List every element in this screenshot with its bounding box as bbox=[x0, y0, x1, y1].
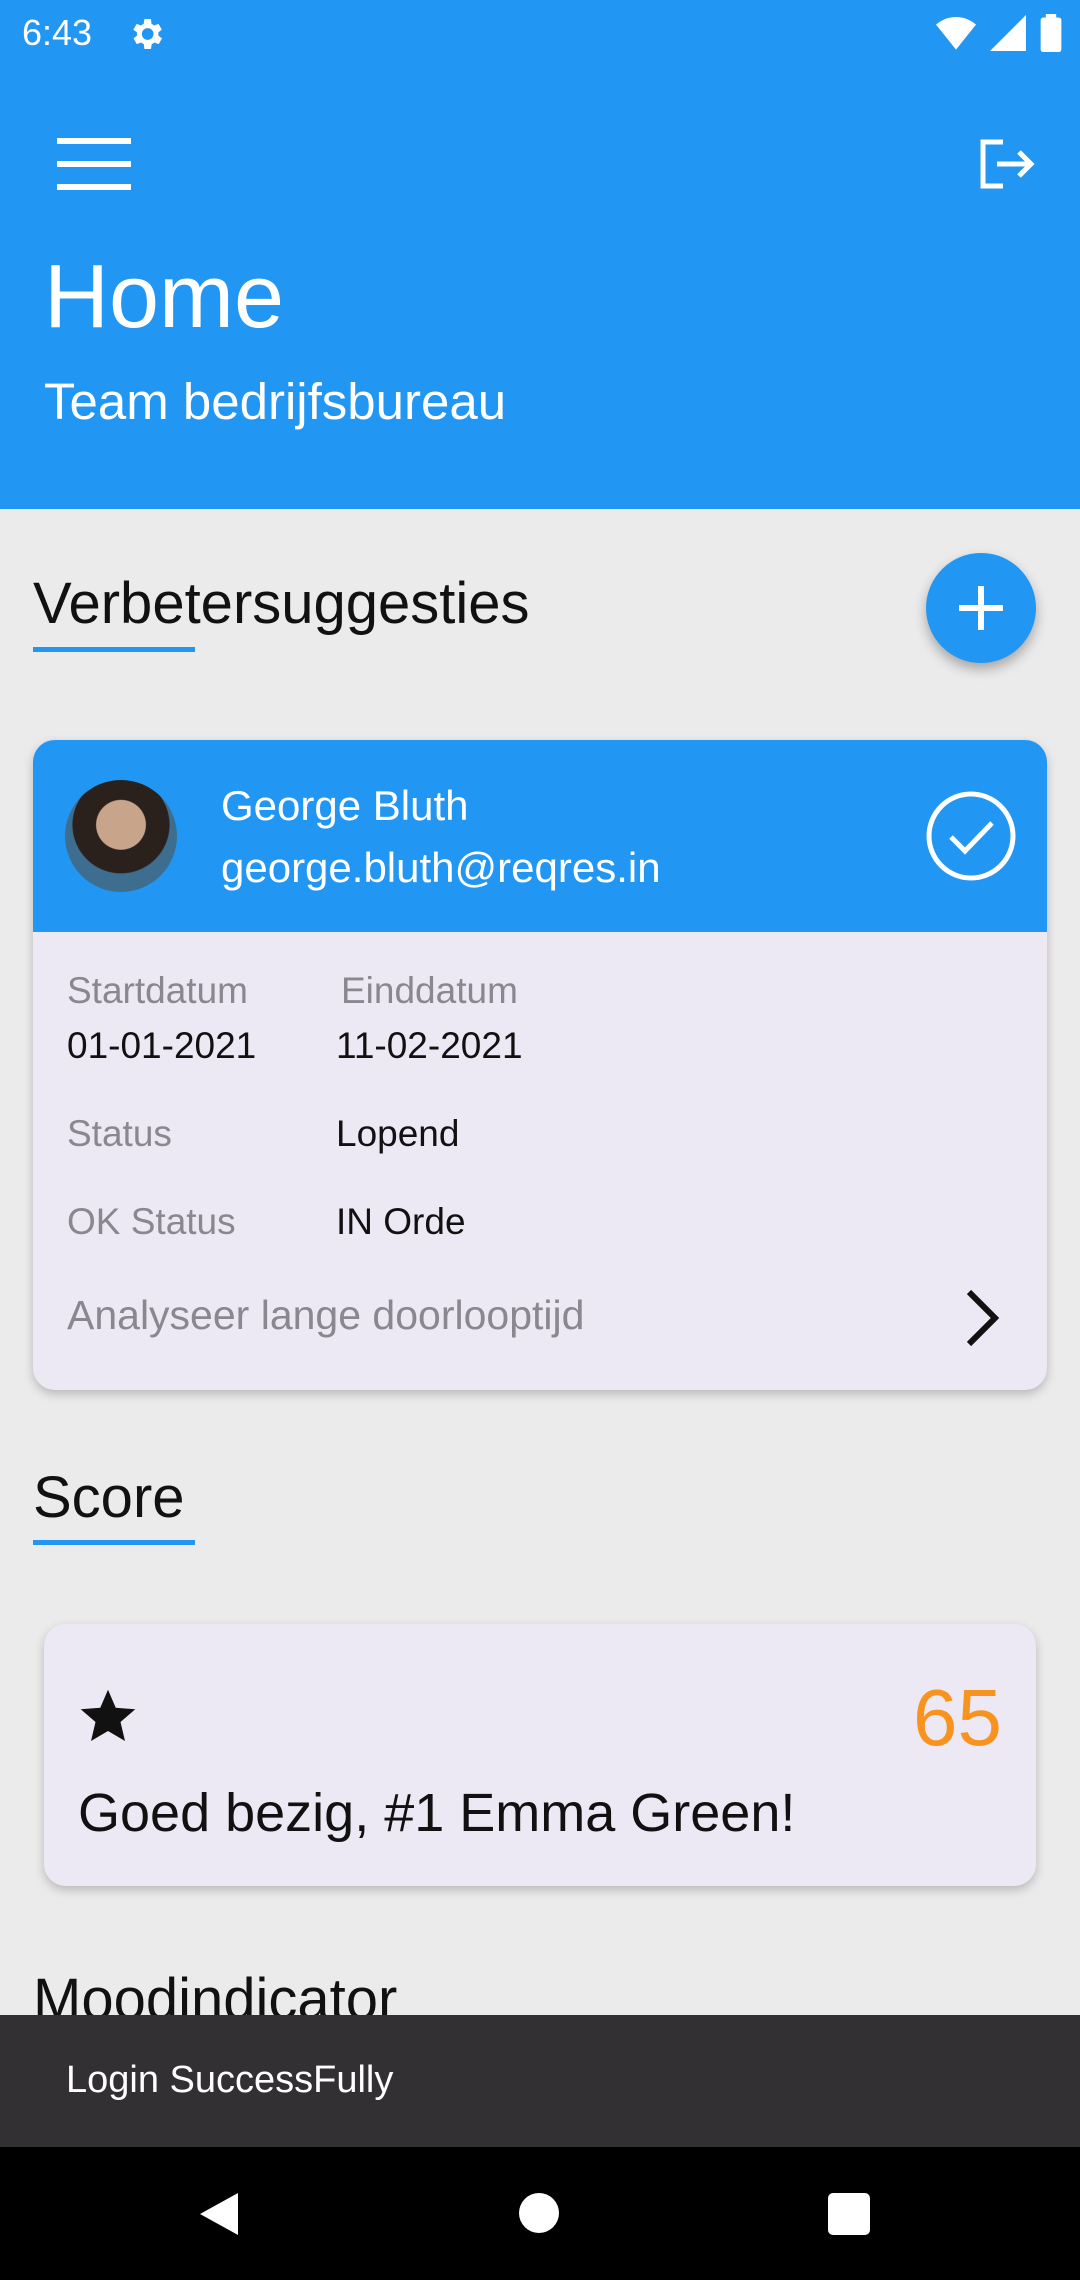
logout-button[interactable] bbox=[958, 116, 1054, 212]
start-date-value: 01-01-2021 bbox=[67, 1025, 257, 1066]
add-suggestion-button[interactable] bbox=[926, 553, 1036, 663]
suggestions-section-title: Verbetersuggesties bbox=[33, 571, 530, 636]
recent-apps-icon[interactable] bbox=[828, 2193, 870, 2235]
settings-gear-icon bbox=[133, 19, 162, 49]
system-navigation-bar bbox=[0, 2147, 1080, 2280]
back-icon[interactable] bbox=[198, 2191, 242, 2237]
status-bar: 6:43 bbox=[0, 0, 1080, 66]
app-header: Home Team bedrijfsbureau bbox=[0, 66, 1080, 509]
page-title: Home bbox=[44, 247, 285, 347]
ok-status-value: IN Orde bbox=[336, 1201, 466, 1242]
home-icon[interactable] bbox=[519, 2193, 559, 2233]
chevron-right-icon[interactable] bbox=[955, 1286, 1011, 1350]
avatar bbox=[65, 780, 177, 892]
battery-icon bbox=[1040, 14, 1062, 52]
suggestions-title-underline bbox=[33, 647, 195, 652]
end-date-value: 11-02-2021 bbox=[336, 1025, 523, 1066]
wifi-icon bbox=[936, 17, 976, 50]
score-section-title: Score bbox=[33, 1465, 185, 1530]
suggestion-card-header: George Bluth george.bluth@reqres.in bbox=[33, 740, 1047, 932]
snackbar: Login SuccessFully bbox=[0, 2015, 1080, 2147]
star-icon bbox=[80, 1689, 136, 1741]
status-time: 6:43 bbox=[22, 12, 93, 53]
score-message: Goed bezig, #1 Emma Green! bbox=[78, 1783, 796, 1843]
hamburger-menu-icon bbox=[57, 138, 131, 190]
analyse-link[interactable]: Analyseer lange doorlooptijd bbox=[67, 1292, 584, 1339]
snackbar-text: Login SuccessFully bbox=[66, 2059, 394, 2101]
score-title-underline bbox=[33, 1540, 195, 1545]
page-subtitle: Team bedrijfsbureau bbox=[44, 373, 507, 430]
status-value: Lopend bbox=[336, 1113, 460, 1154]
status-label: Status bbox=[67, 1113, 172, 1154]
ok-status-label: OK Status bbox=[67, 1201, 236, 1242]
menu-button[interactable] bbox=[46, 116, 142, 212]
user-email: george.bluth@reqres.in bbox=[221, 844, 661, 891]
suggestion-card[interactable]: George Bluth george.bluth@reqres.in Star… bbox=[33, 740, 1047, 1390]
check-circle-icon[interactable] bbox=[925, 790, 1017, 882]
score-card: 65 Goed bezig, #1 Emma Green! bbox=[44, 1624, 1036, 1886]
score-value: 65 bbox=[913, 1673, 1002, 1762]
user-name: George Bluth bbox=[221, 782, 469, 829]
plus-icon bbox=[959, 586, 1003, 630]
signal-icon bbox=[990, 15, 1026, 51]
start-date-label: Startdatum bbox=[67, 970, 248, 1011]
logout-icon bbox=[980, 139, 1035, 189]
end-date-label: Einddatum bbox=[341, 970, 518, 1011]
